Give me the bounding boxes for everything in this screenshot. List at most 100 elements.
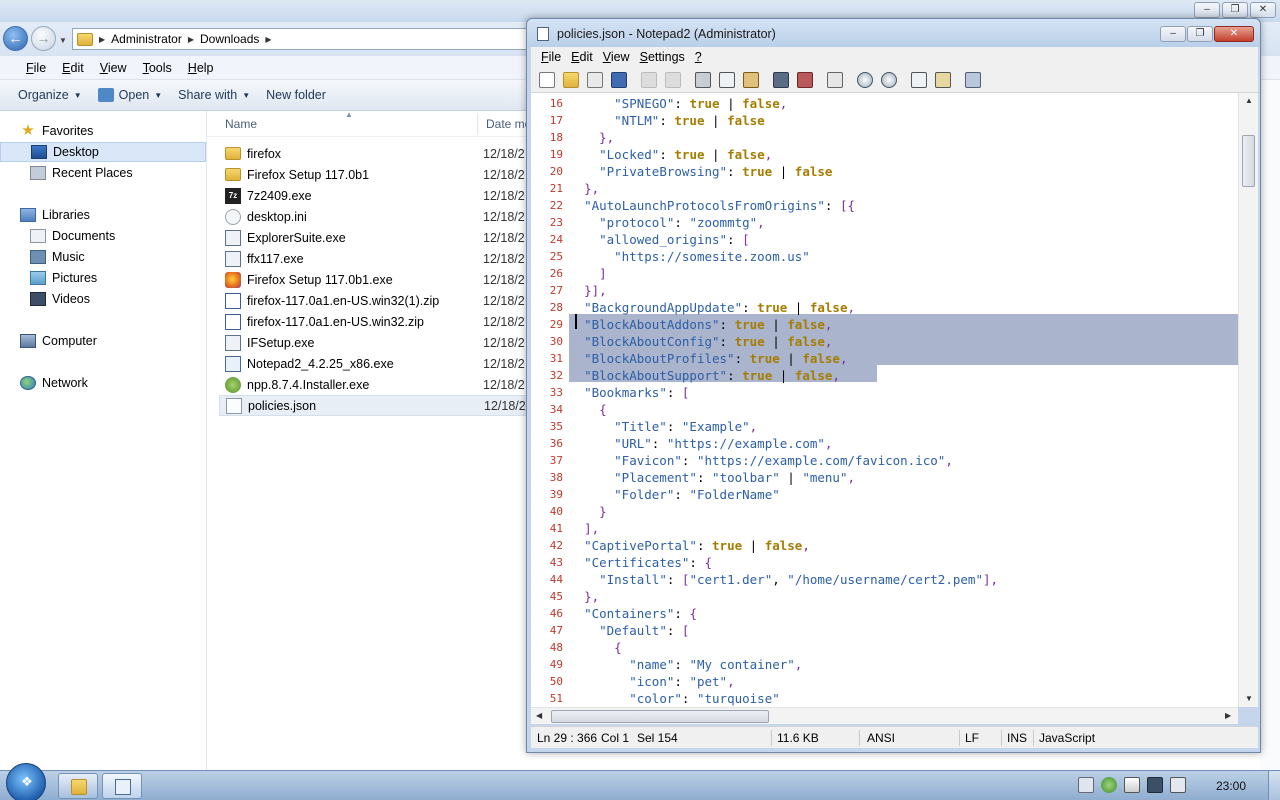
network-status-icon[interactable]: [1147, 777, 1163, 793]
folder-icon: [77, 32, 93, 46]
notepad-titlebar[interactable]: policies.json - Notepad2 (Administrator)…: [527, 19, 1260, 47]
scroll-down-icon[interactable]: ▼: [1245, 694, 1253, 703]
nav-network[interactable]: Network: [0, 373, 206, 393]
scroll-left-icon[interactable]: ◀: [536, 711, 542, 720]
code-token: ,: [779, 96, 788, 111]
action-center-flag-icon[interactable]: [1124, 777, 1140, 793]
menu-view[interactable]: View: [92, 61, 135, 75]
redo-icon[interactable]: [665, 72, 681, 88]
taskbar-explorer-button[interactable]: [58, 773, 98, 799]
np-menu-file[interactable]: File: [536, 50, 566, 64]
file-row[interactable]: Notepad2_4.2.25_x86.exe 12/18/2: [219, 353, 527, 374]
file-row[interactable]: firefox 12/18/2: [219, 143, 527, 164]
column-divider[interactable]: [477, 113, 478, 135]
paste-icon[interactable]: [743, 72, 759, 88]
exit-icon[interactable]: [965, 72, 981, 88]
open-file-icon[interactable]: [563, 72, 579, 88]
new-file-icon[interactable]: [539, 72, 555, 88]
horizontal-scrollbar[interactable]: ◀ ▶: [531, 707, 1238, 724]
recent-pages-dropdown-icon[interactable]: ▼: [59, 36, 67, 45]
file-row[interactable]: ffx117.exe 12/18/2: [219, 248, 527, 269]
file-row[interactable]: firefox-117.0a1.en-US.win32.zip 12/18/2: [219, 311, 527, 332]
file-row[interactable]: policies.json 12/18/2: [219, 395, 527, 416]
open-button[interactable]: Open ▼: [90, 88, 171, 102]
file-row[interactable]: firefox-117.0a1.en-US.win32(1).zip 12/18/…: [219, 290, 527, 311]
save-icon[interactable]: [611, 72, 627, 88]
taskbar-clock[interactable]: 23:00: [1216, 779, 1246, 793]
file-row[interactable]: Firefox Setup 117.0b1 12/18/2: [219, 164, 527, 185]
cut-icon[interactable]: [695, 72, 711, 88]
scroll-right-icon[interactable]: ▶: [1225, 711, 1231, 720]
np-menu-edit[interactable]: Edit: [566, 50, 598, 64]
taskbar-notepad2-button[interactable]: [102, 773, 142, 799]
nav-documents[interactable]: Documents: [0, 226, 206, 246]
column-header-name[interactable]: Name: [225, 117, 257, 131]
close-button[interactable]: ✕: [1250, 2, 1276, 18]
np-menu-settings[interactable]: Settings: [635, 50, 690, 64]
vertical-scroll-thumb[interactable]: [1242, 135, 1255, 187]
nav-libraries[interactable]: Libraries: [0, 205, 206, 225]
status-line-ending[interactable]: LF: [965, 731, 979, 745]
customize-scheme-icon[interactable]: [935, 72, 951, 88]
file-row[interactable]: IFSetup.exe 12/18/2: [219, 332, 527, 353]
scheme-icon[interactable]: [911, 72, 927, 88]
file-row[interactable]: ExplorerSuite.exe 12/18/2: [219, 227, 527, 248]
column-header-date[interactable]: Date mo: [486, 117, 531, 131]
minimize-button[interactable]: –: [1160, 26, 1186, 42]
breadcrumb-downloads[interactable]: Downloads: [200, 32, 259, 46]
volume-muted-icon[interactable]: [1170, 777, 1186, 793]
close-button[interactable]: ✕: [1214, 26, 1254, 42]
copy-icon[interactable]: [719, 72, 735, 88]
zoom-out-icon[interactable]: [881, 72, 897, 88]
file-row[interactable]: npp.8.7.4.Installer.exe 12/18/2: [219, 374, 527, 395]
code-editor[interactable]: 16 17 18 19 20 21 22 23 24 25 26 27 28 29 30 31 32 33 34 35…: [531, 93, 1258, 707]
security-icon[interactable]: [1101, 777, 1117, 793]
chevron-right-icon[interactable]: ▶: [99, 35, 105, 44]
vertical-scrollbar[interactable]: ▲ ▼: [1238, 93, 1258, 707]
minimize-button[interactable]: –: [1194, 2, 1220, 18]
status-insert-mode[interactable]: INS: [1007, 731, 1027, 745]
nav-videos[interactable]: Videos: [0, 289, 206, 309]
file-row[interactable]: desktop.ini 12/18/2: [219, 206, 527, 227]
menu-file[interactable]: File: [18, 61, 54, 75]
line-number: 31: [549, 352, 563, 365]
nav-music[interactable]: Music: [0, 247, 206, 267]
word-wrap-icon[interactable]: [827, 72, 843, 88]
back-button[interactable]: ←: [3, 26, 28, 51]
restore-button[interactable]: ❐: [1187, 26, 1213, 42]
zoom-in-icon[interactable]: [857, 72, 873, 88]
breadcrumb-administrator[interactable]: Administrator: [111, 32, 182, 46]
chevron-right-icon[interactable]: ▶: [188, 35, 194, 44]
status-syntax-scheme[interactable]: JavaScript: [1039, 731, 1095, 745]
start-button[interactable]: ❖: [6, 763, 46, 800]
undo-icon[interactable]: [641, 72, 657, 88]
np-menu-help[interactable]: ?: [690, 50, 707, 64]
file-row[interactable]: 7z 7z2409.exe 12/18/2: [219, 185, 527, 206]
horizontal-scroll-thumb[interactable]: [551, 710, 769, 723]
scroll-up-icon[interactable]: ▲: [1245, 96, 1253, 105]
forward-button[interactable]: →: [31, 26, 56, 51]
address-bar[interactable]: ▶ Administrator ▶ Downloads ▶: [72, 28, 532, 50]
browse-icon[interactable]: [587, 72, 603, 88]
status-encoding[interactable]: ANSI: [867, 731, 895, 745]
menu-edit[interactable]: Edit: [54, 61, 92, 75]
maximize-button[interactable]: ❐: [1222, 2, 1248, 18]
share-with-button[interactable]: Share with ▼: [170, 88, 258, 102]
nav-computer[interactable]: Computer: [0, 331, 206, 351]
chevron-right-icon[interactable]: ▶: [265, 35, 271, 44]
nav-recent-places[interactable]: Recent Places: [0, 163, 206, 183]
nav-desktop[interactable]: Desktop: [0, 142, 206, 162]
new-folder-button[interactable]: New folder: [258, 88, 334, 102]
nav-pictures[interactable]: Pictures: [0, 268, 206, 288]
file-row[interactable]: Firefox Setup 117.0b1.exe 12/18/2: [219, 269, 527, 290]
replace-icon[interactable]: [797, 72, 813, 88]
menu-help[interactable]: Help: [180, 61, 222, 75]
nav-favorites[interactable]: ★ Favorites: [0, 121, 206, 141]
find-icon[interactable]: [773, 72, 789, 88]
show-desktop-button[interactable]: [1268, 771, 1280, 800]
menu-tools[interactable]: Tools: [135, 61, 180, 75]
code-token: :: [674, 215, 690, 230]
organize-button[interactable]: Organize ▼: [10, 88, 90, 102]
keyboard-icon[interactable]: [1078, 777, 1094, 793]
np-menu-view[interactable]: View: [598, 50, 635, 64]
